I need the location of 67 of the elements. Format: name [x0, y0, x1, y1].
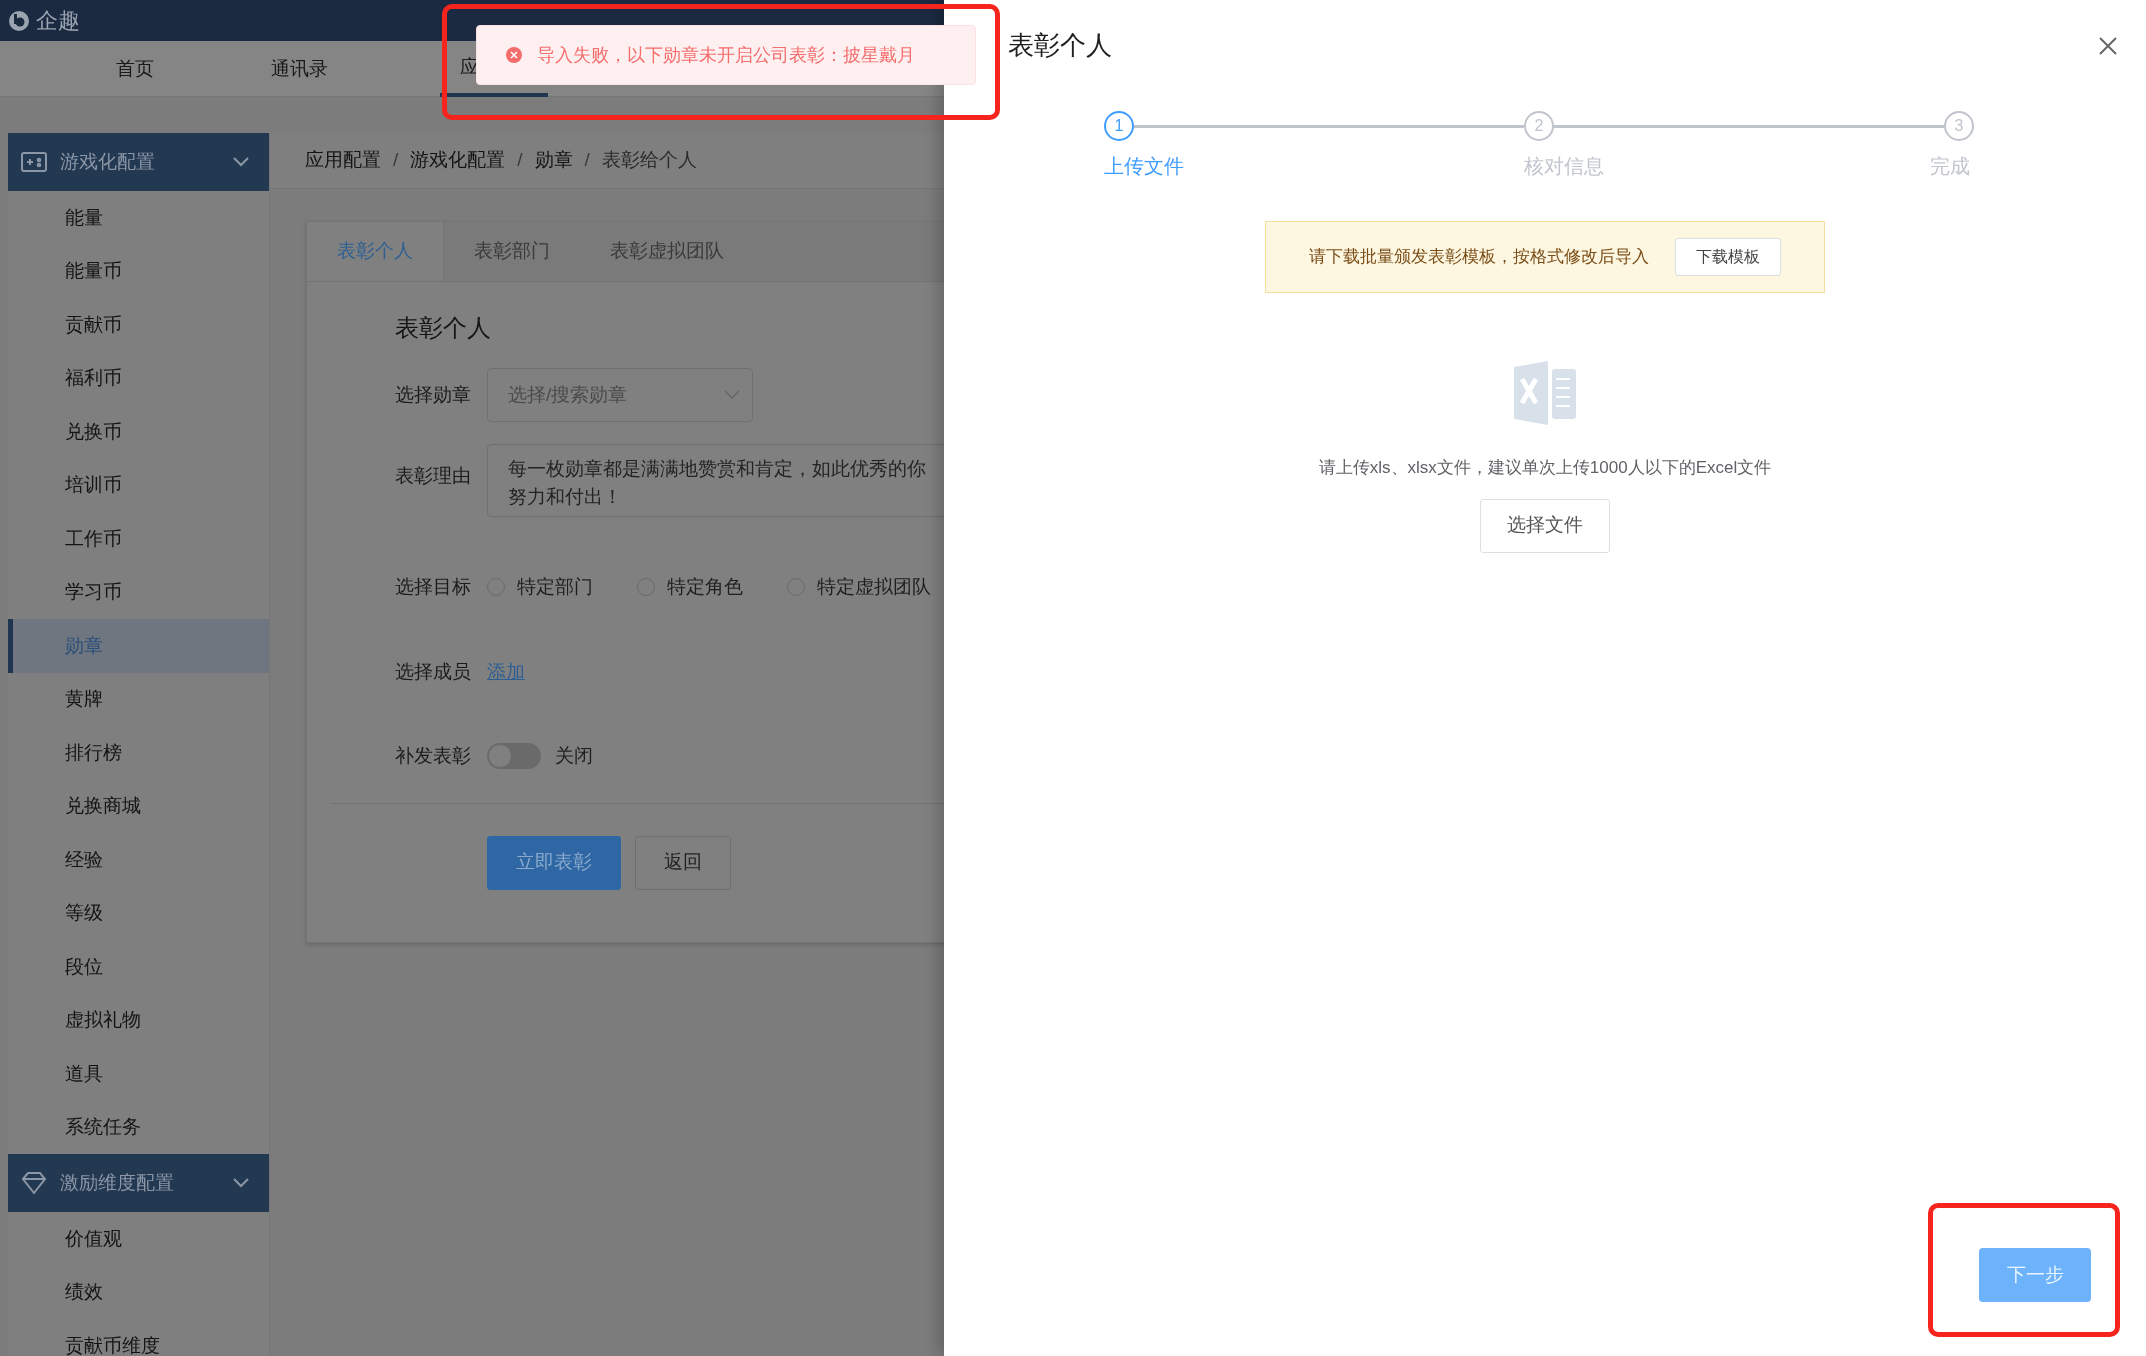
step-label: 上传文件 [1104, 154, 1184, 179]
back-button[interactable]: 返回 [635, 835, 731, 890]
breadcrumb-item[interactable]: 应用配置 [305, 146, 381, 175]
sidebar-item[interactable]: 兑换币 [8, 405, 269, 459]
radio-option[interactable]: 特定部门 [487, 573, 593, 602]
sidebar-item[interactable]: 福利币 [8, 351, 269, 405]
tab[interactable]: 表彰虚拟团队 [580, 222, 754, 281]
breadcrumb-separator: / [393, 148, 399, 173]
sidebar-item[interactable]: 排行榜 [8, 726, 269, 780]
error-icon [505, 46, 523, 64]
notice-text: 请下载批量颁发表彰模板，按格式修改后导入 [1309, 246, 1649, 269]
logo-text: 企趣 [36, 7, 80, 35]
sidebar-item[interactable]: 培训币 [8, 458, 269, 512]
sidebar-item[interactable]: 工作币 [8, 512, 269, 566]
breadcrumb-separator: / [517, 148, 523, 173]
chevron-icon [724, 390, 740, 400]
step-label: 核对信息 [1524, 154, 1604, 179]
nav-tab[interactable]: 通讯录 [217, 41, 382, 97]
tab[interactable]: 表彰部门 [444, 222, 580, 281]
step-number: 1 [1104, 111, 1134, 141]
step-number: 2 [1524, 111, 1554, 141]
diamond-icon [20, 1171, 48, 1195]
field-label: 补发表彰 [395, 744, 472, 768]
gamepad-icon [20, 150, 48, 174]
submit-button[interactable]: 立即表彰 [487, 835, 621, 890]
field-label: 选择勋章 [395, 382, 472, 407]
step-label: 完成 [1930, 154, 1970, 179]
toast-message: 导入失败，以下勋章未开启公司表彰：披星戴月 [537, 43, 915, 67]
breadcrumb-separator: / [584, 148, 590, 173]
radio-option[interactable]: 特定角色 [637, 573, 743, 602]
sidebar-group-header[interactable]: 游戏化配置 [8, 133, 269, 191]
breadcrumb-item: 表彰给个人 [601, 148, 697, 173]
step-number: 3 [1944, 111, 1974, 141]
sidebar-item[interactable]: 系统任务 [8, 1100, 269, 1154]
close-icon [2098, 36, 2118, 57]
form-title: 表彰个人 [395, 313, 492, 343]
sidebar-group-header[interactable]: 激励维度配置 [8, 1154, 269, 1212]
sidebar-item[interactable]: 经验 [8, 833, 269, 887]
sidebar-item[interactable]: 兑换商城 [8, 779, 269, 833]
choose-file-button[interactable]: 选择文件 [1480, 498, 1610, 553]
drawer-title: 表彰个人 [1008, 29, 1112, 62]
sidebar-item[interactable]: 学习币 [8, 565, 269, 619]
sidebar-item[interactable]: 价值观 [8, 1212, 269, 1266]
field-label: 选择成员 [395, 659, 472, 684]
logo-icon [8, 9, 30, 32]
switch-state-text: 关闭 [555, 744, 593, 768]
download-template-button[interactable]: 下载模板 [1675, 238, 1781, 276]
sidebar-item[interactable]: 黄牌 [8, 672, 269, 726]
sidebar-item[interactable]: 能量 [8, 191, 269, 245]
sidebar-item[interactable]: 贡献币 [8, 298, 269, 352]
sidebar-item[interactable]: 虚拟礼物 [8, 993, 269, 1047]
sidebar-item[interactable]: 等级 [8, 886, 269, 940]
field-label: 表彰理由 [395, 464, 472, 488]
sidebar-item[interactable]: 段位 [8, 940, 269, 994]
sidebar-item[interactable]: 能量币 [8, 244, 269, 298]
sidebar-item[interactable]: 绩效 [8, 1265, 269, 1319]
breadcrumb-item[interactable]: 游戏化配置 [410, 146, 506, 175]
upload-hint: 请上传xls、xlsx文件，建议单次上传1000人以下的Excel文件 [1318, 457, 1772, 479]
breadcrumb-item[interactable]: 勋章 [534, 146, 573, 175]
chevron-icon [233, 157, 249, 167]
field-label: 选择目标 [395, 575, 472, 599]
spreadsheet-file-icon [1512, 359, 1578, 427]
sidebar-item[interactable]: 道具 [8, 1047, 269, 1101]
chevron-icon [233, 1178, 249, 1188]
sidebar-item[interactable]: 贡献币维度 [8, 1319, 269, 1356]
radio-option[interactable]: 特定虚拟团队 [787, 573, 931, 602]
nav-tab[interactable]: 首页 [52, 41, 217, 97]
